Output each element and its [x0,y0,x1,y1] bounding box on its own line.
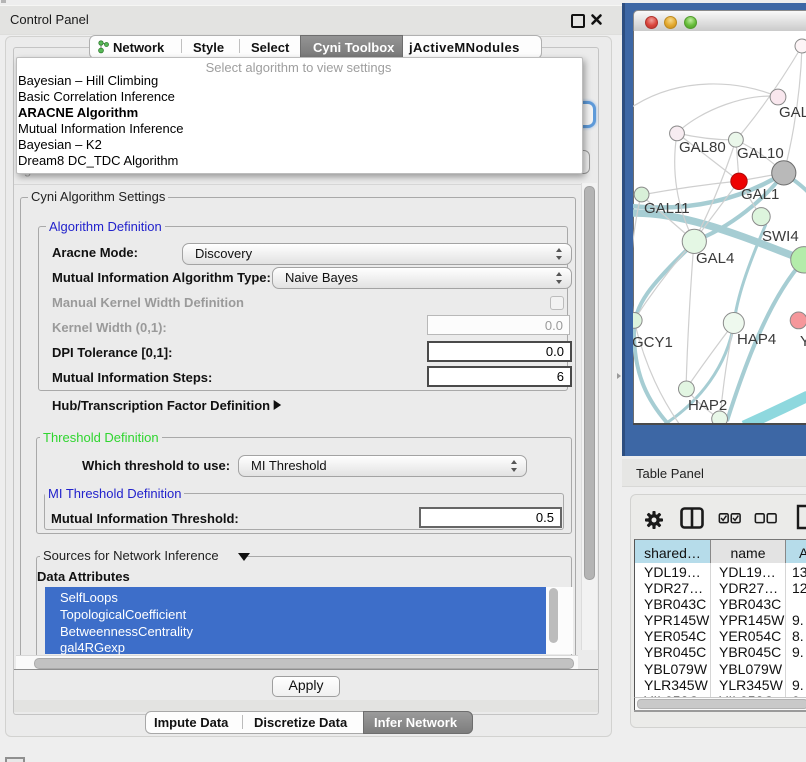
svg-text:GAL10: GAL10 [737,145,784,162]
svg-text:SWI4: SWI4 [762,228,799,245]
svg-text:GAL: GAL [779,104,806,121]
svg-text:GCY1: GCY1 [633,334,673,351]
svg-text:GAL4: GAL4 [696,250,734,267]
svg-text:GAL1: GAL1 [741,186,779,203]
svg-text:GAL80: GAL80 [679,139,726,156]
svg-text:HAP2: HAP2 [688,397,727,414]
svg-text:HAP4: HAP4 [737,331,776,348]
svg-text:GAL11: GAL11 [644,200,690,217]
svg-text:Y: Y [800,333,806,350]
